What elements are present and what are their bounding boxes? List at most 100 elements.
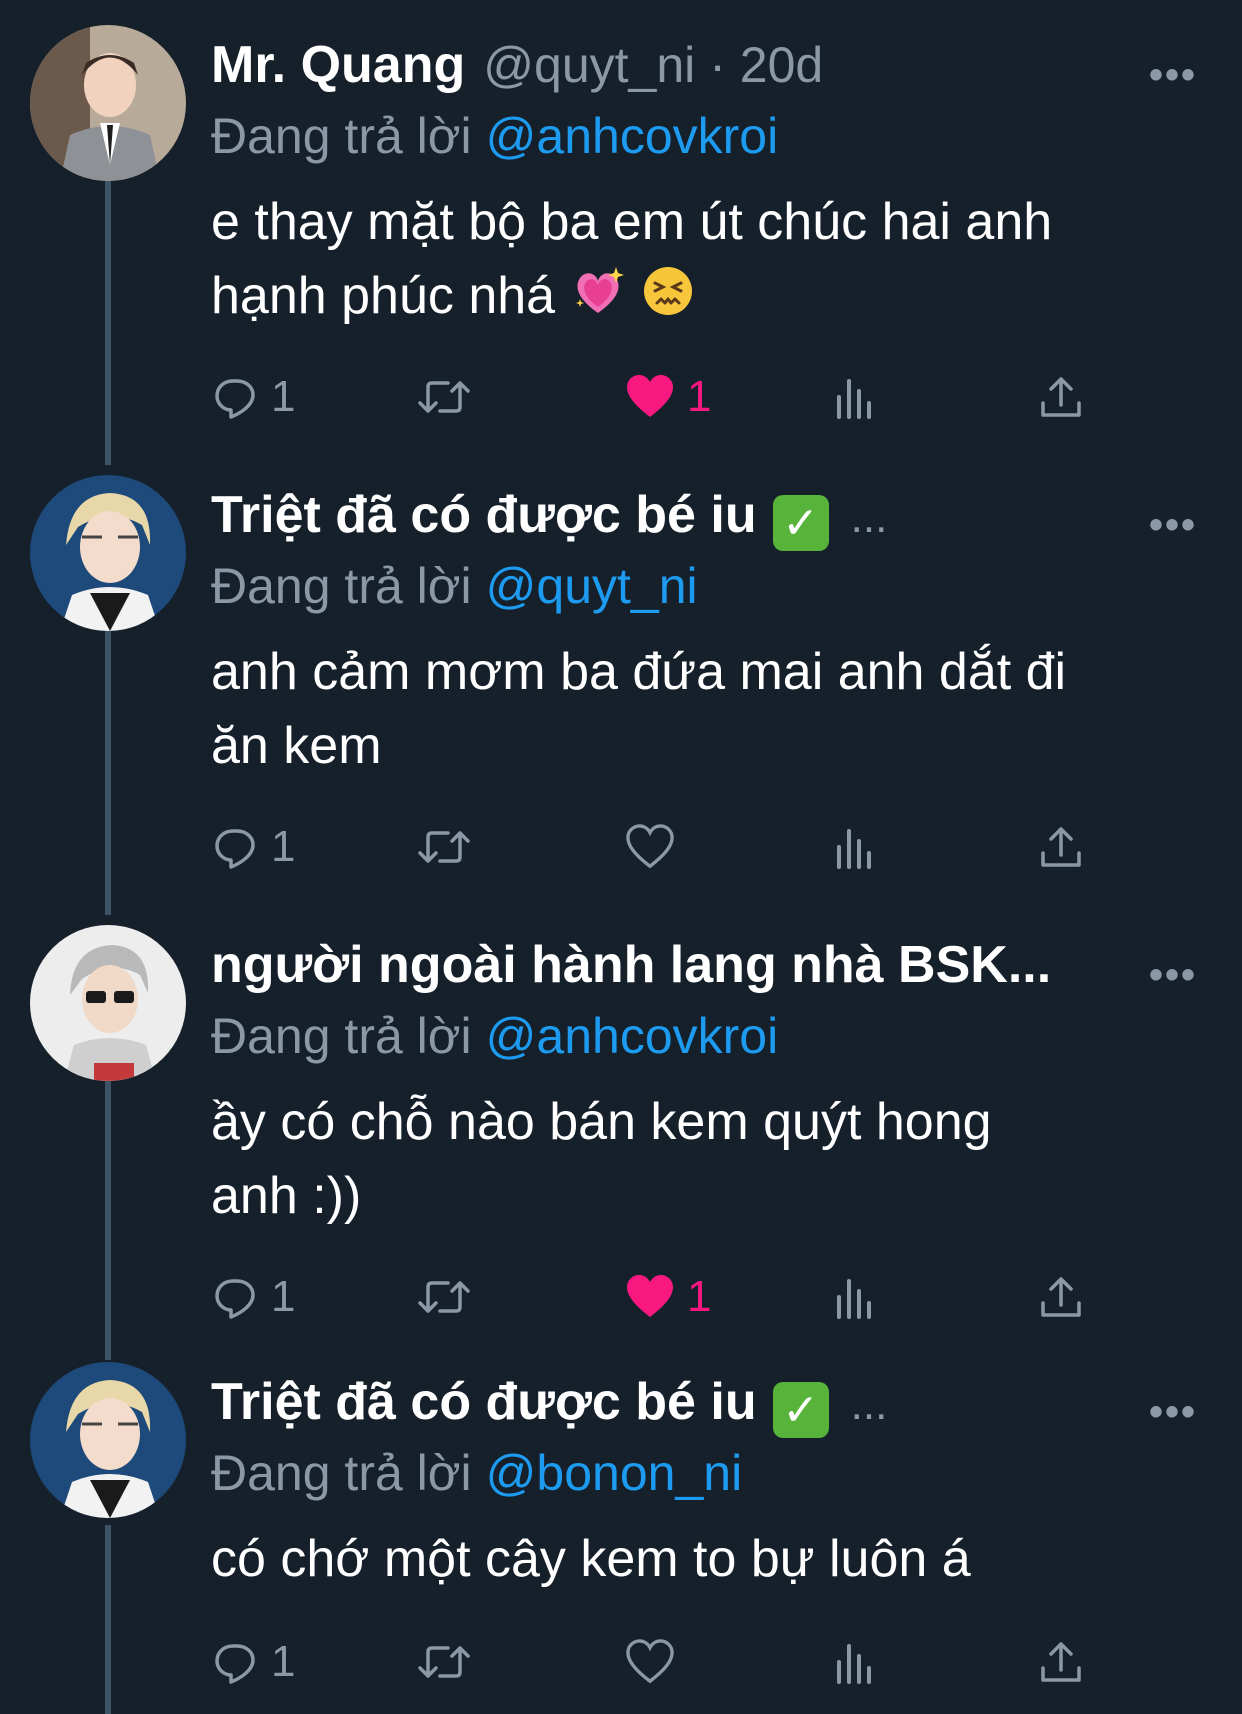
tweet-actions: 1 1	[211, 1267, 1111, 1327]
more-options-icon[interactable]: •••	[1149, 953, 1197, 998]
analytics-icon	[837, 829, 871, 869]
replying-to-label: Đang trả lời	[211, 558, 472, 614]
reply-mention-link[interactable]: @bonon_ni	[486, 1445, 743, 1501]
share-icon	[1041, 1277, 1081, 1317]
tweet-text: anh cảm mơm ba đứa mai anh dắt đi ăn kem	[211, 635, 1211, 783]
handle[interactable]: @quyt_ni	[483, 36, 695, 94]
reply-mention-link[interactable]: @anhcovkroi	[486, 1008, 779, 1064]
share-icon	[1041, 1642, 1081, 1682]
replying-to: Đang trả lời @anhcovkroi	[211, 1007, 778, 1065]
reply-count: 1	[271, 1637, 296, 1686]
replying-to: Đang trả lời @bonon_ni	[211, 1444, 742, 1502]
check-mark-button-icon: ✓	[772, 495, 829, 551]
reply-mention-link[interactable]: @quyt_ni	[486, 558, 698, 614]
reply-count: 1	[271, 1272, 296, 1321]
tweet-header: Mr. Quang @quyt_ni · 20d	[211, 35, 823, 101]
replying-to-label: Đang trả lời	[211, 1008, 472, 1064]
display-name[interactable]: người ngoài hành lang nhà BSK...	[211, 935, 1051, 995]
views-button[interactable]	[833, 1632, 877, 1692]
analytics-icon	[837, 1279, 871, 1319]
share-button[interactable]	[1039, 817, 1083, 877]
tweet-actions: 1	[211, 1632, 1111, 1692]
display-name[interactable]: Triệt đã có được bé iu	[211, 1372, 757, 1432]
share-icon	[1041, 827, 1081, 867]
sparkling-heart-icon	[570, 263, 626, 339]
avatar[interactable]	[30, 925, 186, 1081]
reply-icon	[215, 1279, 255, 1319]
tweet[interactable]: Triệt đã có được bé iu ✓ ... ••• Đang tr…	[0, 1362, 1242, 1714]
share-button[interactable]	[1039, 1267, 1083, 1327]
avatar[interactable]	[30, 1362, 186, 1518]
retweet-icon	[418, 381, 470, 413]
tweet[interactable]: Mr. Quang @quyt_ni · 20d ••• Đang trả lờ…	[0, 25, 1242, 445]
like-count: 1	[687, 372, 712, 421]
analytics-icon	[837, 1644, 871, 1684]
tweet-text-line: anh :))	[211, 1167, 362, 1225]
reply-count: 1	[271, 372, 296, 421]
reply-icon	[215, 829, 255, 869]
tweet-text: ầy có chỗ nào bán kem quýt hong anh :))	[211, 1085, 1211, 1233]
tweet-text-line-wrap: hạnh phúc nhá	[211, 259, 1211, 339]
tweet-text: e thay mặt bộ ba em út chúc hai anh hạnh…	[211, 185, 1211, 339]
reply-button[interactable]: 1	[211, 1267, 295, 1327]
tweet-text-line: có chớ một cây kem to bự luôn á	[211, 1530, 971, 1588]
tweet-text-line: e thay mặt bộ ba em út chúc hai anh	[211, 193, 1053, 251]
tweet[interactable]: người ngoài hành lang nhà BSK... ••• Đan…	[0, 925, 1242, 1345]
tweet-text: có chớ một cây kem to bự luôn á	[211, 1522, 1211, 1596]
name-truncation: ...	[850, 1380, 888, 1429]
display-name[interactable]: Mr. Quang	[211, 35, 465, 95]
more-options-icon[interactable]: •••	[1149, 53, 1197, 98]
timestamp[interactable]: · 20d	[709, 36, 823, 94]
heart-filled-icon	[627, 1275, 673, 1317]
like-button[interactable]: 1	[625, 367, 711, 427]
reply-icon	[215, 1644, 255, 1684]
tweet-actions: 1 1	[211, 367, 1111, 427]
share-icon	[1041, 377, 1081, 417]
reply-button[interactable]: 1	[211, 1632, 295, 1692]
reply-button[interactable]: 1	[211, 817, 295, 877]
tweet-header: người ngoài hành lang nhà BSK...	[211, 935, 1051, 1001]
tweet-text-line: anh cảm mơm ba đứa mai anh dắt đi	[211, 643, 1067, 701]
check-mark-button-icon: ✓	[772, 1382, 829, 1438]
retweet-button[interactable]	[416, 817, 484, 877]
display-name[interactable]: Triệt đã có được bé iu	[211, 485, 757, 545]
tweet-header: Triệt đã có được bé iu ✓ ...	[211, 1372, 887, 1438]
reply-count: 1	[271, 822, 296, 871]
like-button[interactable]	[625, 817, 687, 877]
views-button[interactable]	[833, 1267, 877, 1327]
reply-icon	[215, 379, 255, 419]
retweet-icon	[418, 1646, 470, 1678]
replying-to-label: Đang trả lời	[211, 108, 472, 164]
retweet-button[interactable]	[416, 1632, 484, 1692]
avatar[interactable]	[30, 475, 186, 631]
heart-outline-icon	[626, 824, 674, 869]
replying-to: Đang trả lời @quyt_ni	[211, 557, 698, 615]
replying-to: Đang trả lời @anhcovkroi	[211, 107, 778, 165]
like-button[interactable]	[625, 1632, 687, 1692]
share-button[interactable]	[1039, 367, 1083, 427]
tweet-text-line: ăn kem	[211, 717, 382, 775]
tweet-text-line: hạnh phúc nhá	[211, 267, 556, 325]
views-button[interactable]	[833, 817, 877, 877]
tweet[interactable]: Triệt đã có được bé iu ✓ ... ••• Đang tr…	[0, 475, 1242, 895]
analytics-icon	[837, 379, 871, 419]
tweet-header: Triệt đã có được bé iu ✓ ...	[211, 485, 887, 551]
tweet-actions: 1	[211, 817, 1111, 877]
reply-button[interactable]: 1	[211, 367, 295, 427]
views-button[interactable]	[833, 367, 877, 427]
name-truncation: ...	[850, 493, 888, 542]
replying-to-label: Đang trả lời	[211, 1445, 472, 1501]
confounded-face-icon	[640, 263, 696, 339]
like-count: 1	[687, 1272, 712, 1321]
avatar[interactable]	[30, 25, 186, 181]
more-options-icon[interactable]: •••	[1149, 503, 1197, 548]
heart-filled-icon	[627, 375, 673, 417]
share-button[interactable]	[1039, 1632, 1083, 1692]
retweet-icon	[418, 831, 470, 863]
more-options-icon[interactable]: •••	[1149, 1390, 1197, 1435]
retweet-button[interactable]	[416, 1267, 484, 1327]
retweet-button[interactable]	[416, 367, 484, 427]
like-button[interactable]: 1	[625, 1267, 711, 1327]
retweet-icon	[418, 1281, 470, 1313]
reply-mention-link[interactable]: @anhcovkroi	[486, 108, 779, 164]
